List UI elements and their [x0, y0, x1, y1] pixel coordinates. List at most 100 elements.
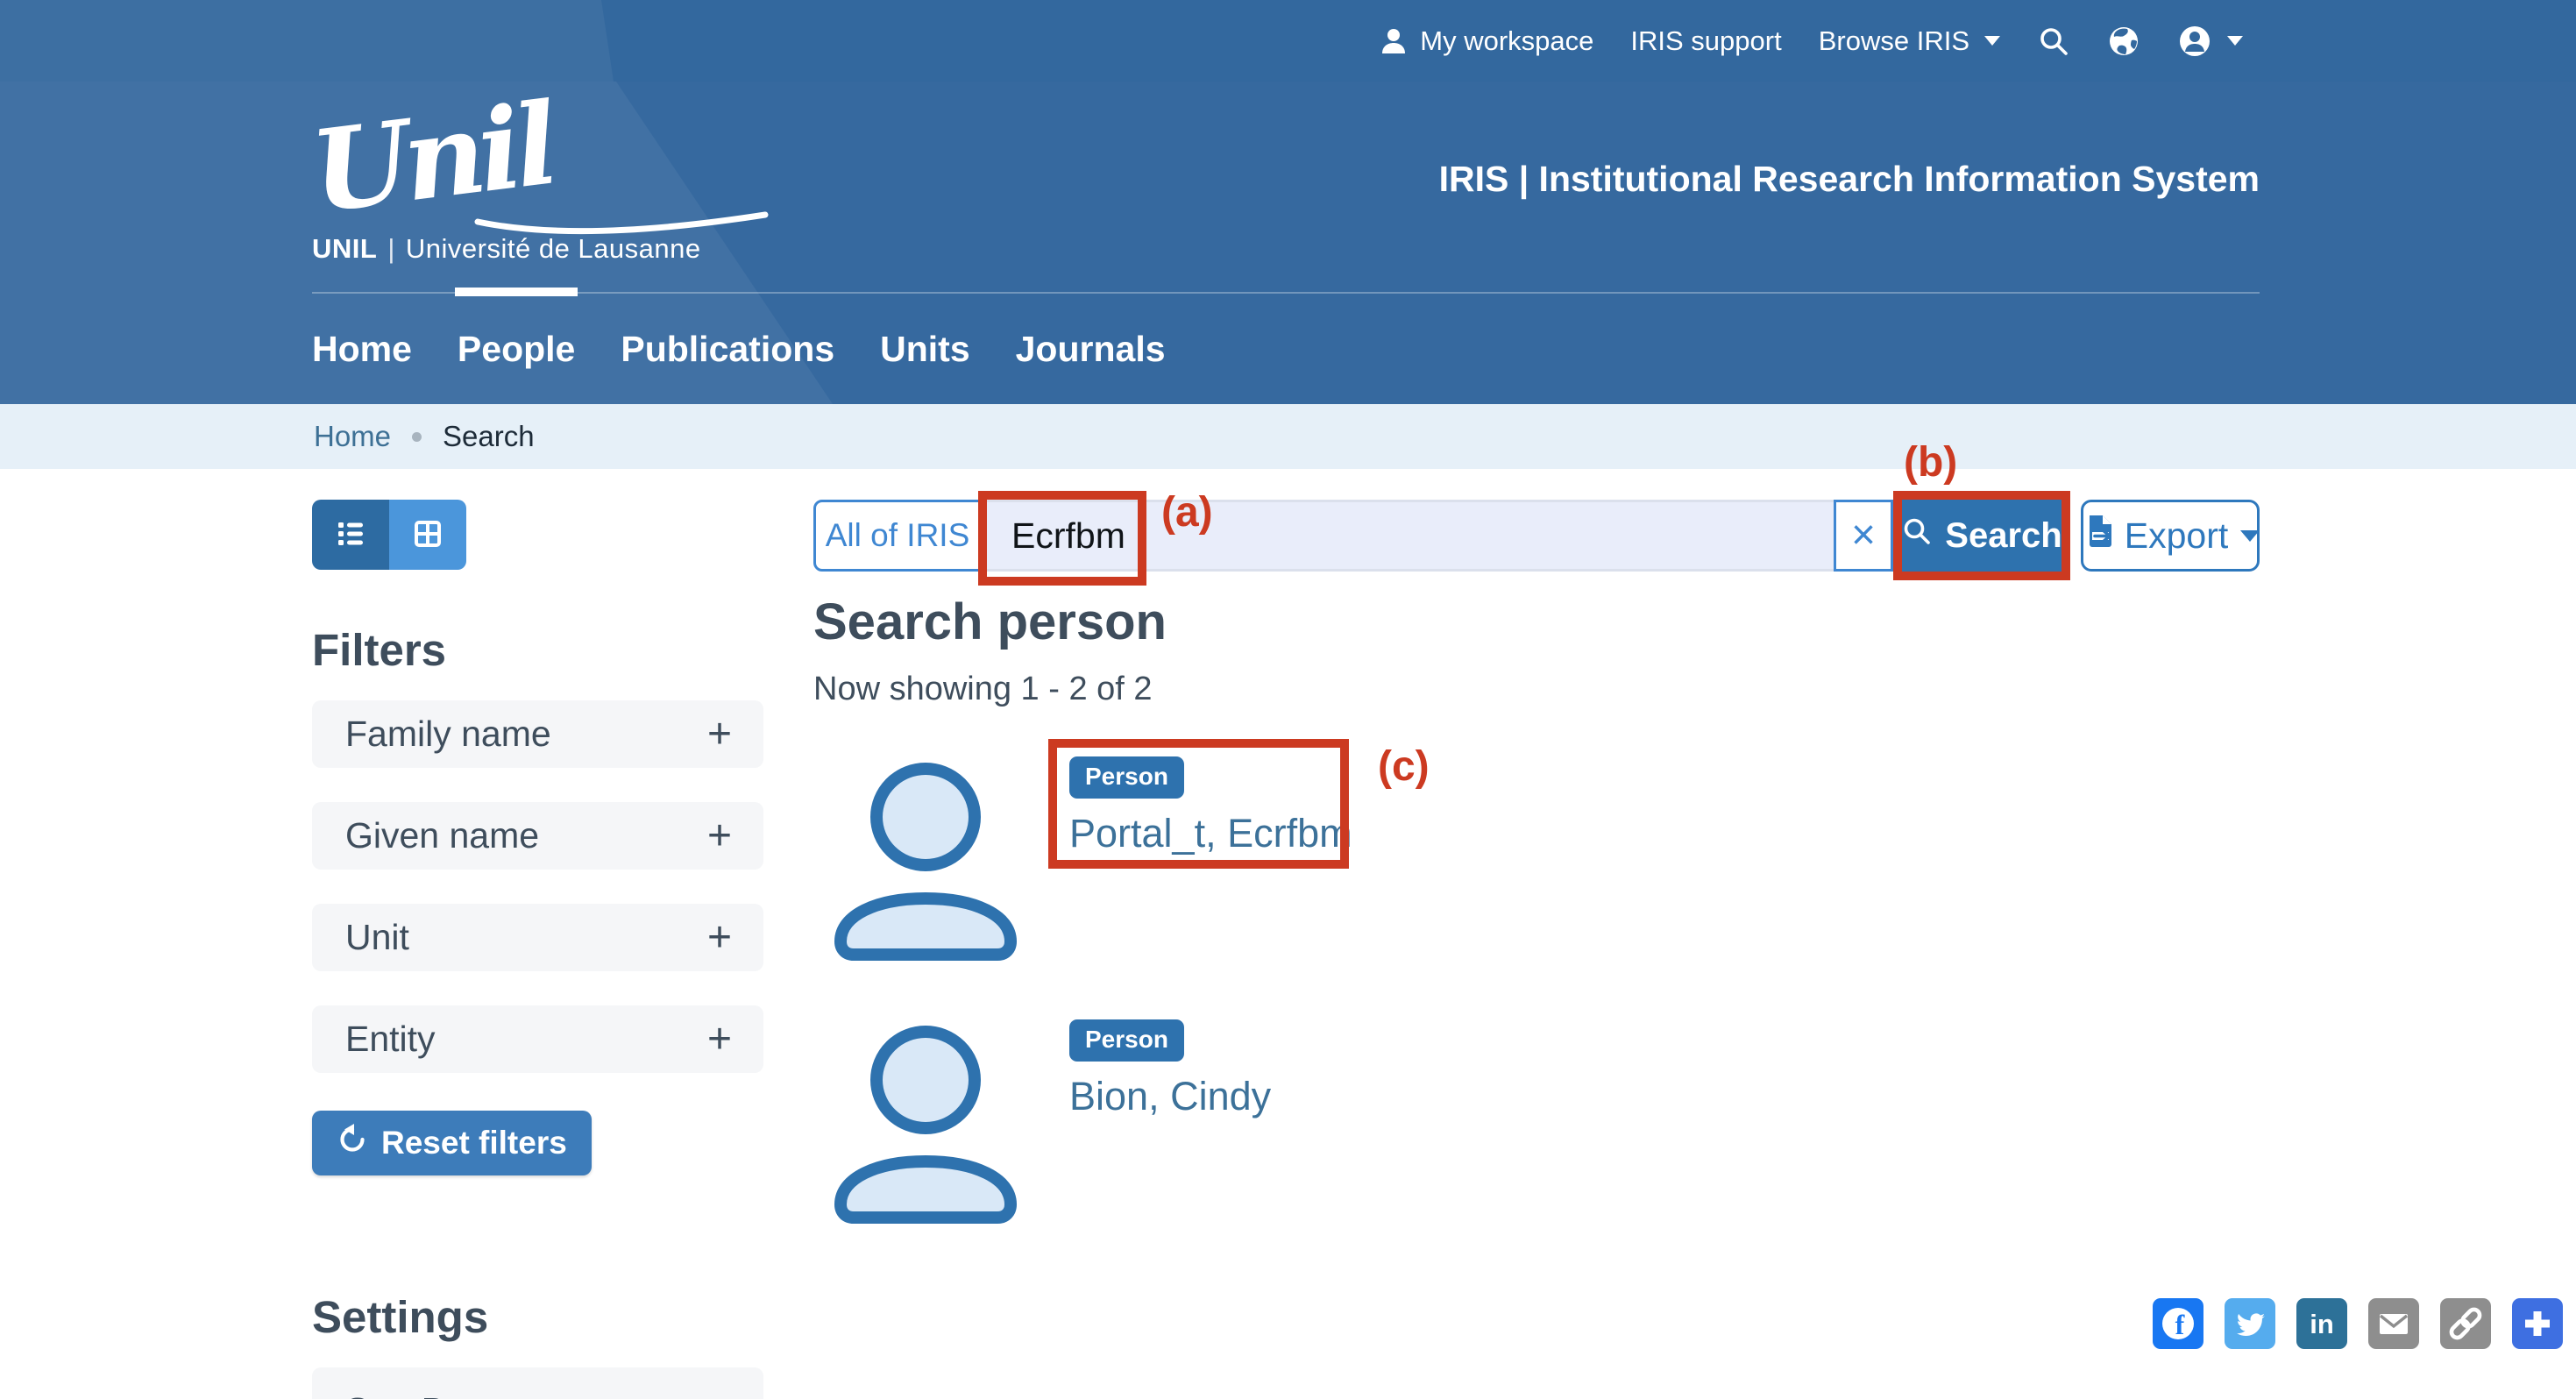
site-header: Unil UNIL|Université de Lausanne IRIS | …: [0, 82, 2576, 404]
person-type-badge: Person: [1069, 1019, 1184, 1062]
chevron-down-icon: [2240, 530, 2260, 542]
result-text-block: Person Bion, Cindy: [1069, 1019, 1271, 1119]
top-utility-bar: My workspace IRIS support Browse IRIS: [0, 0, 2576, 82]
breadcrumb-home-link[interactable]: Home: [314, 420, 391, 453]
export-button[interactable]: Export: [2081, 500, 2260, 572]
email-share-button[interactable]: [2368, 1298, 2419, 1349]
browse-iris-label: Browse IRIS: [1819, 25, 1969, 57]
list-view-icon: [332, 515, 369, 555]
copy-link-button[interactable]: [2440, 1298, 2491, 1349]
account-menu[interactable]: [2177, 24, 2243, 59]
nav-item-journals[interactable]: Journals: [1016, 294, 1166, 404]
person-avatar-icon[interactable]: [826, 1019, 1025, 1230]
chevron-down-icon: [2227, 36, 2243, 46]
breadcrumb: Home Search: [0, 404, 2576, 469]
svg-text:f: f: [2175, 1309, 2185, 1340]
facebook-share-button[interactable]: f: [2153, 1298, 2203, 1349]
breadcrumb-separator-dot: [412, 432, 422, 442]
unil-logo[interactable]: Unil UNIL|Université de Lausanne: [312, 97, 701, 265]
results-count: Now showing 1 - 2 of 2: [813, 671, 2260, 708]
search-button-label: Search: [1945, 516, 2062, 556]
content-area: Filters Family name + Given name + Unit …: [0, 469, 2576, 1399]
reset-filters-button[interactable]: Reset filters: [312, 1111, 592, 1175]
search-input[interactable]: [982, 515, 1834, 557]
result-text-block: Person Portal_t, Ecrfbm (c): [1069, 756, 1352, 856]
topbar-search-button[interactable]: [2037, 25, 2070, 58]
search-input-wrapper: (a): [982, 500, 1834, 572]
email-icon: [2368, 1298, 2419, 1349]
browse-iris-menu[interactable]: Browse IRIS: [1819, 25, 2000, 57]
clear-search-button[interactable]: ×: [1834, 500, 1893, 572]
link-icon: [2440, 1298, 2491, 1349]
nav-item-units[interactable]: Units: [880, 294, 970, 404]
social-share-bar: f in: [2153, 1298, 2563, 1349]
iris-support-link[interactable]: IRIS support: [1630, 25, 1781, 57]
person-type-badge: Person: [1069, 756, 1184, 799]
search-scope-button[interactable]: All of IRIS: [813, 500, 982, 572]
annotation-label-c: (c): [1378, 742, 1430, 791]
search-submit-button[interactable]: Search: [1902, 500, 2062, 572]
filter-label: Entity: [345, 1019, 436, 1060]
plus-icon[interactable]: +: [707, 917, 732, 959]
filters-sidebar: Filters Family name + Given name + Unit …: [312, 500, 763, 1399]
nav-item-home[interactable]: Home: [312, 294, 412, 404]
nav-item-publications[interactable]: Publications: [621, 294, 834, 404]
annotation-label-b: (b): [1904, 438, 1957, 486]
filter-label: Given name: [345, 815, 539, 856]
search-icon: [1901, 515, 1933, 556]
filter-unit[interactable]: Unit +: [312, 904, 763, 971]
filter-label: Family name: [345, 714, 551, 755]
breadcrumb-current: Search: [443, 420, 535, 453]
page-title: IRIS | Institutional Research Informatio…: [1439, 159, 2260, 200]
nav-item-people[interactable]: People: [458, 294, 575, 404]
facebook-icon: f: [2153, 1298, 2203, 1349]
person-icon: [1379, 26, 1409, 56]
filter-family-name[interactable]: Family name +: [312, 700, 763, 768]
chevron-down-icon: [1984, 36, 2000, 46]
share-more-button[interactable]: [2512, 1298, 2563, 1349]
globe-icon: [2107, 25, 2140, 58]
plus-icon[interactable]: +: [707, 714, 732, 756]
logo-swash: [474, 209, 772, 239]
my-workspace-label: My workspace: [1420, 25, 1593, 57]
svg-text:in: in: [2310, 1309, 2334, 1339]
export-button-label: Export: [2125, 515, 2229, 557]
linkedin-icon: in: [2296, 1298, 2347, 1349]
search-icon: [2037, 25, 2070, 58]
reset-filters-label: Reset filters: [381, 1125, 567, 1161]
person-avatar-icon[interactable]: [826, 756, 1025, 967]
sort-by-label: Sort By: [345, 1390, 463, 1399]
grid-view-button[interactable]: [389, 500, 466, 570]
search-results-main: All of IRIS (a) × Search (b): [813, 500, 2260, 1230]
settings-title: Settings: [312, 1291, 763, 1343]
filter-label: Unit: [345, 917, 409, 958]
annotation-box-b: Search (b): [1893, 491, 2070, 580]
plus-icon: [2512, 1298, 2563, 1349]
person-name-link[interactable]: Portal_t, Ecrfbm: [1069, 811, 1352, 856]
filter-entity[interactable]: Entity +: [312, 1005, 763, 1073]
sort-by-row[interactable]: Sort By: [312, 1367, 763, 1399]
annotation-label-a: (a): [1161, 488, 1213, 536]
filter-given-name[interactable]: Given name +: [312, 802, 763, 870]
person-name-link[interactable]: Bion, Cindy: [1069, 1074, 1271, 1119]
results-heading: Search person: [813, 593, 2260, 651]
grid-view-icon: [409, 515, 446, 555]
account-circle-icon: [2177, 24, 2212, 59]
result-item-1: Person Portal_t, Ecrfbm (c): [813, 756, 2260, 967]
twitter-share-button[interactable]: [2225, 1298, 2275, 1349]
search-bar: All of IRIS (a) × Search (b): [813, 500, 2260, 572]
language-globe-button[interactable]: [2107, 25, 2140, 58]
filters-title: Filters: [312, 624, 763, 676]
linkedin-share-button[interactable]: in: [2296, 1298, 2347, 1349]
my-workspace-link[interactable]: My workspace: [1379, 25, 1593, 57]
twitter-icon: [2225, 1298, 2275, 1349]
export-icon: [2081, 512, 2119, 559]
logo-separator: |: [387, 233, 395, 264]
iris-support-label: IRIS support: [1630, 25, 1781, 57]
plus-icon[interactable]: +: [707, 815, 732, 857]
view-toggle-group: [312, 500, 763, 570]
list-view-button[interactable]: [312, 500, 389, 570]
results-list: Person Portal_t, Ecrfbm (c) Person Bion,…: [813, 756, 2260, 1230]
main-navigation: Home People Publications Units Journals: [312, 292, 2260, 404]
plus-icon[interactable]: +: [707, 1019, 732, 1061]
